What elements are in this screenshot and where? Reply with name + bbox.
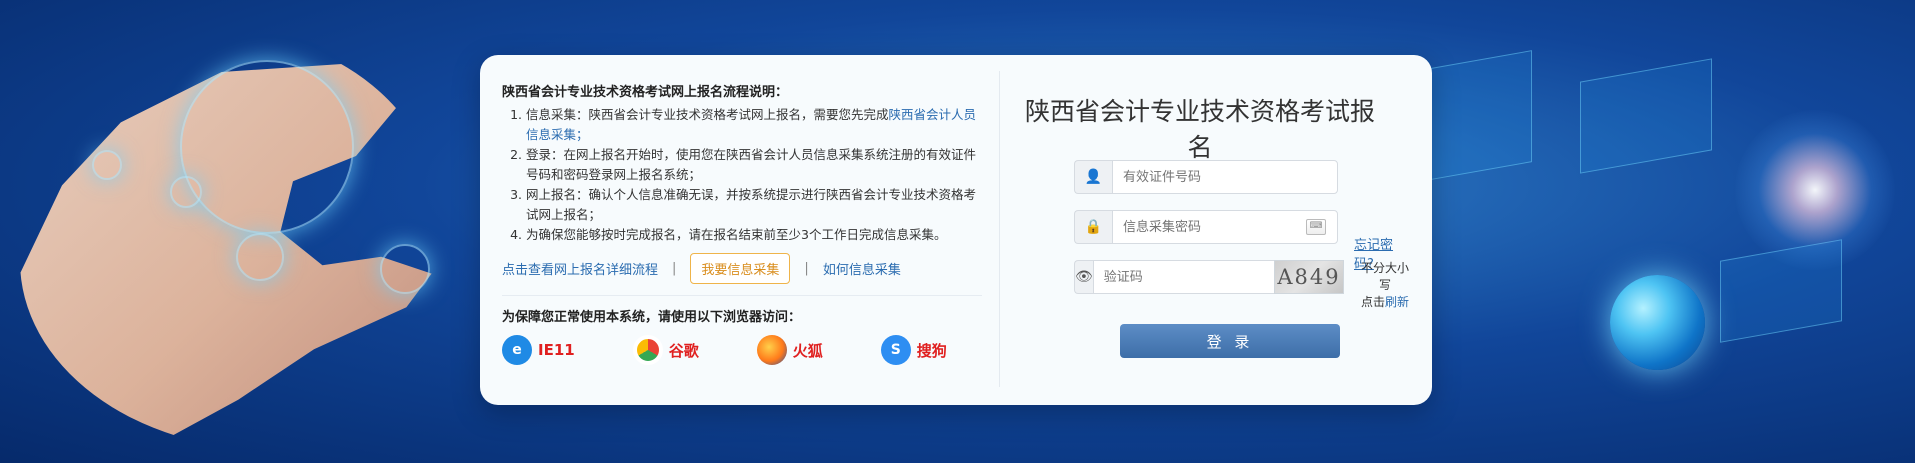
browser-list: e IE11 谷歌 火狐 S 搜狗 bbox=[502, 335, 982, 365]
id-input[interactable] bbox=[1112, 160, 1338, 194]
captcha-hint-line: 不分大小写 bbox=[1360, 261, 1409, 292]
info-collection-button[interactable]: 我要信息采集 bbox=[690, 252, 791, 284]
browser-sogou[interactable]: S 搜狗 bbox=[880, 335, 947, 365]
eye-icon: 👁 bbox=[1074, 260, 1093, 294]
hero-background-left bbox=[0, 0, 470, 463]
login-panel: 陕西省会计专业技术资格考试报名 👤 🔒 ⌨ 忘记密码? 👁 A849 不分大小写… bbox=[1020, 55, 1412, 405]
tech-ring-icon bbox=[180, 60, 354, 234]
ie-icon: e bbox=[502, 335, 532, 365]
user-icon: 👤 bbox=[1074, 160, 1112, 194]
browser-name: 谷歌 bbox=[668, 341, 699, 360]
separator: | bbox=[804, 260, 809, 276]
page-title: 陕西省会计专业技术资格考试报名 bbox=[1024, 97, 1375, 162]
globe-icon bbox=[1610, 275, 1705, 370]
browser-chrome[interactable]: 谷歌 bbox=[632, 335, 699, 365]
lock-icon: 🔒 bbox=[1074, 210, 1112, 244]
captcha-image[interactable]: A849 bbox=[1274, 260, 1344, 294]
firefox-icon bbox=[756, 335, 787, 365]
tech-ring-icon bbox=[236, 233, 284, 281]
tech-ring-icon bbox=[170, 176, 202, 208]
flow-step: 信息采集：陕西省会计专业技术资格考试网上报名，需要您先完成陕西省会计人员信息采集… bbox=[526, 105, 982, 145]
tech-screen-decoration bbox=[1580, 58, 1712, 174]
captcha-input[interactable] bbox=[1092, 260, 1285, 294]
refresh-captcha-link[interactable]: 刷新 bbox=[1385, 295, 1409, 309]
flow-step: 为确保您能够按时完成报名，请在报名结束前至少3个工作日完成信息采集。 bbox=[526, 225, 982, 245]
flow-step: 登录：在网上报名开始时，使用您在陕西省会计人员信息采集系统注册的有效证件号码和密… bbox=[526, 145, 982, 185]
section-divider bbox=[502, 295, 982, 296]
keyboard-icon[interactable]: ⌨ bbox=[1306, 219, 1326, 235]
browser-name: IE11 bbox=[538, 341, 575, 359]
light-flare bbox=[1735, 110, 1895, 270]
flow-actions: 点击查看网上报名详细流程 | 我要信息采集 | 如何信息采集 bbox=[502, 252, 982, 284]
how-to-collect-link[interactable]: 如何信息采集 bbox=[823, 259, 901, 278]
browser-name: 火狐 bbox=[792, 341, 823, 360]
password-field: 🔒 ⌨ bbox=[1074, 210, 1338, 244]
tech-ring-icon bbox=[92, 150, 122, 180]
captcha-field: 👁 bbox=[1074, 260, 1285, 294]
tech-ring-icon bbox=[380, 244, 430, 294]
chrome-icon bbox=[632, 335, 663, 365]
login-card: 陕西省会计专业技术资格考试网上报名流程说明： 信息采集：陕西省会计专业技术资格考… bbox=[480, 55, 1432, 405]
flow-step-text: 信息采集：陕西省会计专业技术资格考试网上报名，需要您先完成 bbox=[526, 107, 889, 122]
password-input[interactable] bbox=[1112, 210, 1338, 244]
captcha-hint: 不分大小写 点击刷新 bbox=[1358, 260, 1412, 311]
separator: | bbox=[672, 260, 677, 276]
captcha-refresh-line: 点击刷新 bbox=[1358, 294, 1412, 311]
flow-heading: 陕西省会计专业技术资格考试网上报名流程说明： bbox=[502, 85, 789, 100]
sogou-icon: S bbox=[880, 335, 911, 365]
browser-firefox[interactable]: 火狐 bbox=[756, 335, 823, 365]
detail-flow-link[interactable]: 点击查看网上报名详细流程 bbox=[502, 259, 658, 278]
id-field: 👤 bbox=[1074, 160, 1338, 194]
browser-note: 为保障您正常使用本系统，请使用以下浏览器访问： bbox=[502, 310, 802, 325]
browser-ie11[interactable]: e IE11 bbox=[502, 335, 575, 365]
tech-screen-decoration bbox=[1420, 50, 1532, 182]
captcha-refresh-prefix: 点击 bbox=[1360, 295, 1385, 309]
login-button[interactable]: 登 录 bbox=[1120, 324, 1340, 358]
browser-name: 搜狗 bbox=[916, 341, 947, 360]
flow-steps: 信息采集：陕西省会计专业技术资格考试网上报名，需要您先完成陕西省会计人员信息采集… bbox=[502, 105, 982, 245]
card-divider bbox=[999, 71, 1000, 387]
flow-step: 网上报名：确认个人信息准确无误，并按系统提示进行陕西省会计专业技术资格考试网上报… bbox=[526, 185, 982, 225]
flow-panel: 陕西省会计专业技术资格考试网上报名流程说明： 信息采集：陕西省会计专业技术资格考… bbox=[502, 83, 982, 365]
